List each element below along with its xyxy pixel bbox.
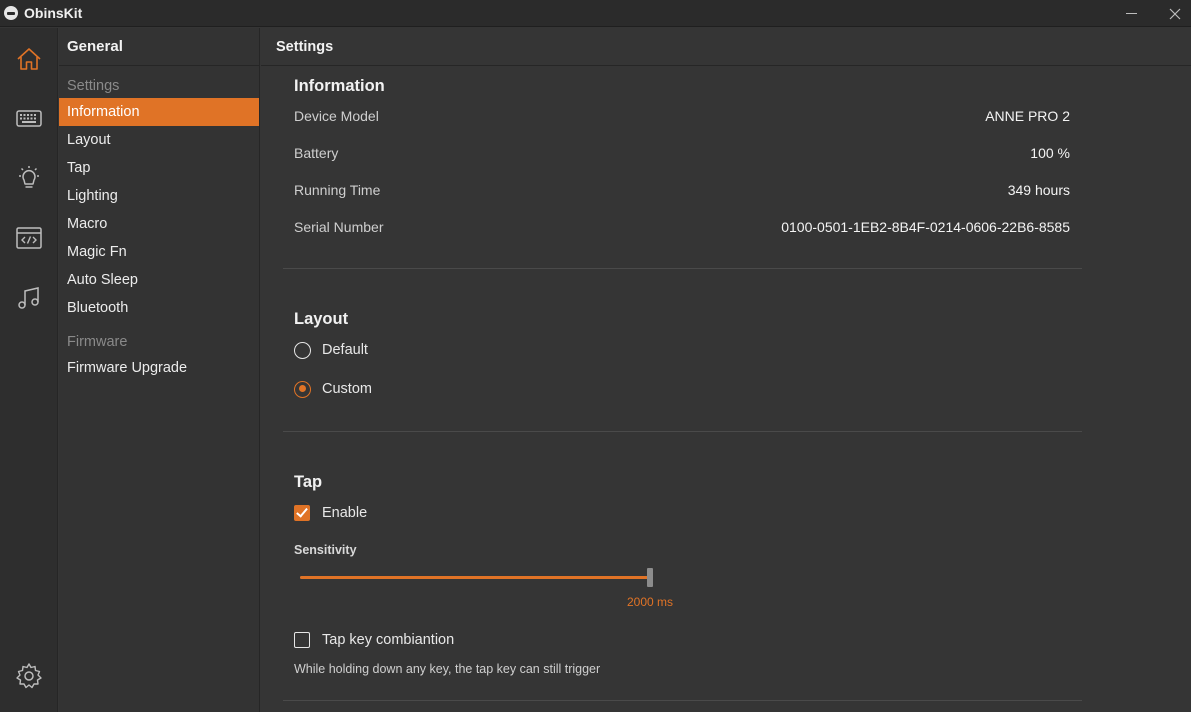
sensitivity-label: Sensitivity [294,543,357,557]
rail-macro-button[interactable] [12,221,46,255]
code-icon [16,227,42,249]
sensitivity-slider[interactable] [300,568,653,587]
combination-hint: While holding down any key, the tap key … [294,662,601,676]
nav-group-firmware: Firmware [67,334,128,350]
battery-label: Battery [294,145,339,161]
settings-content: Information Device Model ANNE PRO 2 Batt… [261,67,1191,712]
tap-combination-option[interactable]: Tap key combiantion [294,630,454,650]
nav-item-macro[interactable]: Macro [59,210,259,238]
rail-keyboard-button[interactable] [12,101,46,135]
serial-number-value: 0100-0501-1EB2-8B4F-0214-0606-22B6-8585 [781,219,1070,235]
running-time-value: 349 hours [1007,182,1070,198]
serial-number-label: Serial Number [294,219,384,235]
combination-checkbox-label: Tap key combiantion [322,632,455,648]
section-divider [283,268,1082,269]
sensitivity-value: 2000 ms [627,595,674,609]
icon-rail [0,28,58,712]
sensitivity-slider-handle[interactable] [647,568,653,587]
nav-item-information[interactable]: Information [59,98,259,126]
app-logo-icon [4,6,18,20]
information-title: Information [294,77,385,95]
home-icon [17,48,41,70]
app-title: ObinsKit [24,5,83,21]
enable-checkbox-label: Enable [322,505,368,521]
close-icon [1169,8,1181,19]
nav-title: General [67,38,123,55]
nav-divider [59,65,259,66]
rail-music-button[interactable] [12,281,46,315]
nav-group-settings: Settings [67,78,120,94]
nav-item-magic-fn[interactable]: Magic Fn [59,238,259,266]
default-radio-label: Default [322,342,368,358]
section-divider [283,431,1082,432]
nav-item-firmware-upgrade[interactable]: Firmware Upgrade [59,354,259,382]
section-nav: General Settings Information Layout Tap … [59,28,260,712]
music-icon [18,287,39,309]
layout-title: Layout [294,310,349,328]
device-model-value: ANNE PRO 2 [985,108,1070,124]
layout-custom-option[interactable]: Custom [294,379,372,399]
app-window: ObinsKit General Settings Information La… [0,0,1191,712]
gear-icon [16,663,42,689]
main-header: Settings [261,28,1191,66]
page-title: Settings [276,39,334,55]
default-radio[interactable] [294,341,311,359]
nav-item-lighting[interactable]: Lighting [59,182,259,210]
nav-item-bluetooth[interactable]: Bluetooth [59,294,259,322]
rail-home-button[interactable] [12,42,46,76]
section-divider [283,700,1082,701]
keyboard-icon [16,110,42,127]
nav-item-auto-sleep[interactable]: Auto Sleep [59,266,259,294]
layout-default-option[interactable]: Default [294,340,368,360]
nav-item-tap[interactable]: Tap [59,154,259,182]
device-model-label: Device Model [294,108,379,124]
nav-item-layout[interactable]: Layout [59,126,259,154]
custom-radio[interactable] [294,380,311,398]
running-time-label: Running Time [294,182,381,198]
tap-enable-option[interactable]: Enable [294,503,367,523]
combination-checkbox[interactable] [294,632,310,648]
rail-settings-button[interactable] [12,659,46,693]
title-bar: ObinsKit [0,0,1191,27]
sensitivity-slider-fill [300,576,650,579]
enable-checkbox[interactable] [294,505,310,521]
rail-lighting-button[interactable] [12,161,46,195]
tap-title: Tap [294,473,323,491]
minimize-icon [1125,13,1137,14]
battery-value: 100 % [1030,145,1070,161]
lightbulb-icon [19,166,39,188]
minimize-button[interactable] [1108,0,1154,27]
close-button[interactable] [1152,0,1191,27]
custom-radio-label: Custom [322,381,372,397]
